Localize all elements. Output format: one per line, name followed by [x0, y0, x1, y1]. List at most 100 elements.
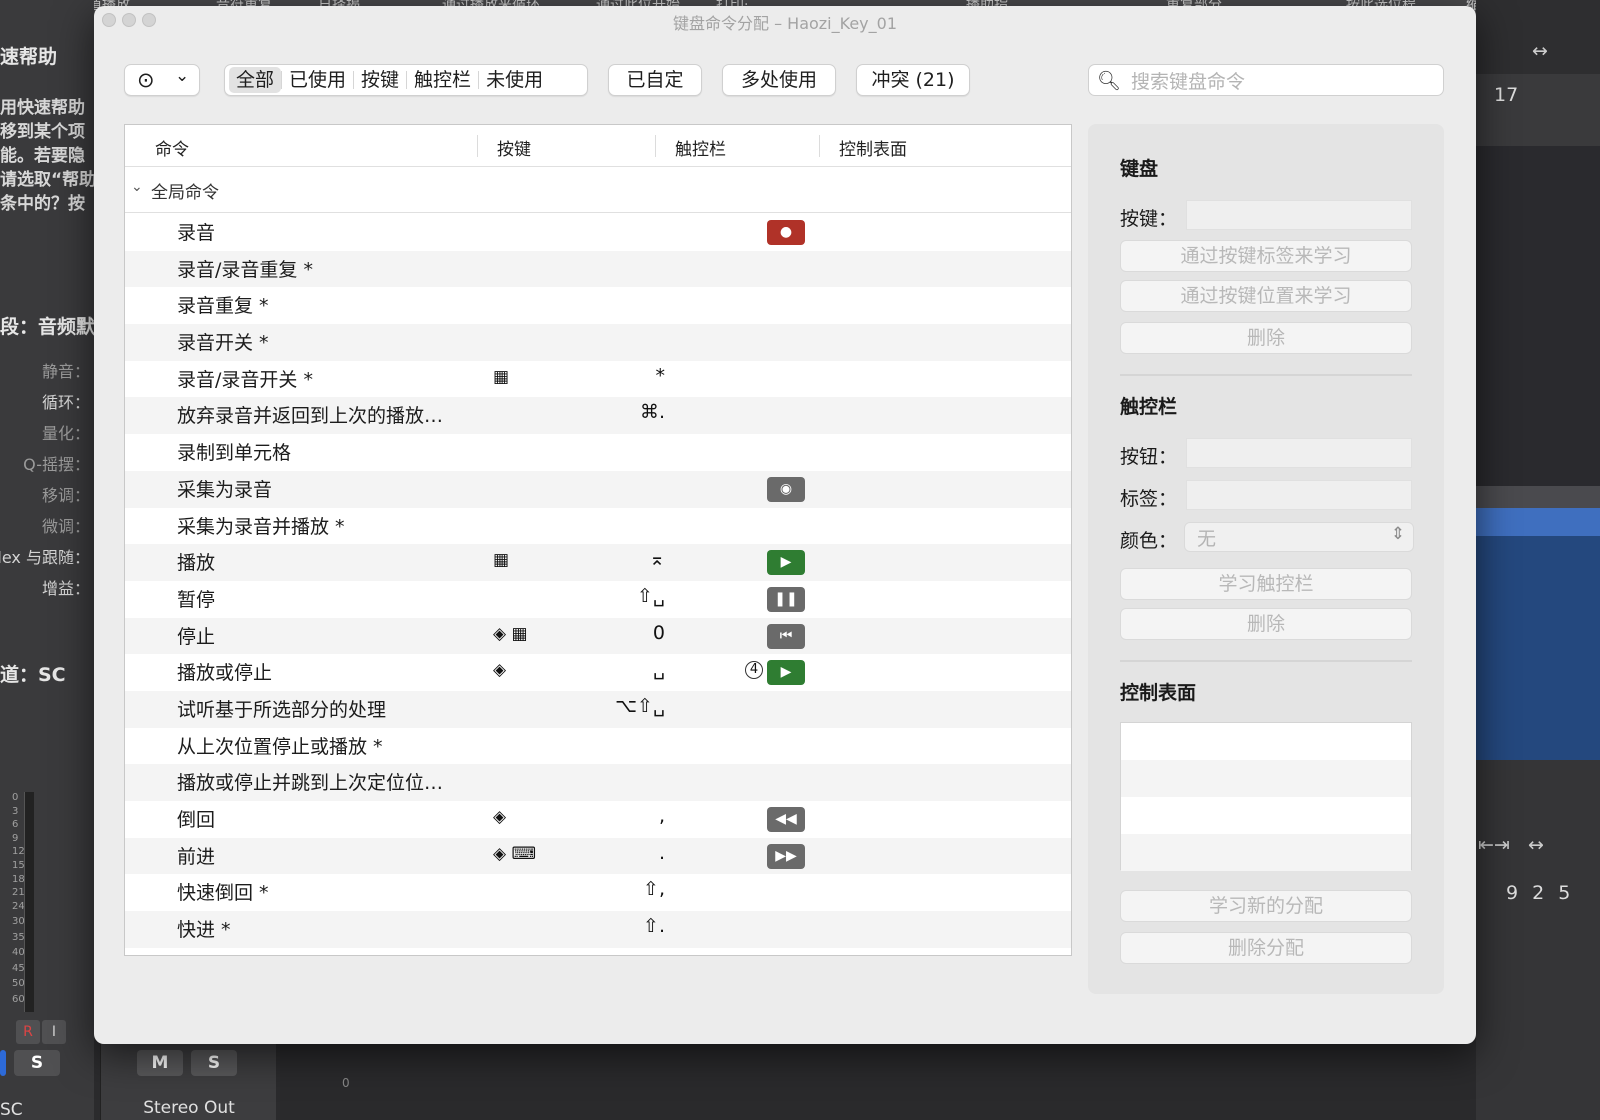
updown-chevron-icon: ⇕ [1390, 524, 1405, 544]
conflict-filter-button[interactable]: 冲突 (21) [856, 64, 970, 96]
search-field[interactable]: 🔍︎ 搜索键盘命令 [1088, 64, 1444, 96]
resize-arrows-icon[interactable]: ↔ [1532, 40, 1548, 62]
column-header-command[interactable]: 命令 [155, 135, 189, 160]
learn-by-key-position-button[interactable]: 通过按键位置来学习 [1120, 280, 1412, 312]
table-row[interactable]: 录制到单元格 [125, 434, 1071, 471]
command-name: 从上次位置停止或播放 * [177, 735, 383, 758]
table-row[interactable]: 快速倒回 * ⇧, [125, 874, 1071, 911]
search-icon: 🔍︎ [1097, 70, 1122, 92]
filter-segment[interactable]: 已使用 [282, 67, 353, 93]
key-shortcut: ␣ [652, 658, 665, 681]
meter-scale-tick: 50 [12, 978, 25, 990]
learn-by-key-label-button[interactable]: 通过按键标签来学习 [1120, 240, 1412, 272]
table-row[interactable]: 放弃录音并返回到上次的播放… ⌘. [125, 397, 1071, 435]
chevron-down-icon: ⌄ [175, 66, 190, 86]
audio-region[interactable] [1476, 508, 1600, 760]
region-param-label: 量化： [41, 424, 90, 443]
touchbar-button-field[interactable] [1186, 438, 1412, 468]
key-field[interactable] [1186, 200, 1412, 230]
disclosure-chevron-icon[interactable]: ⌄ [131, 179, 143, 195]
key-modifier-icons: ▦ [493, 550, 510, 571]
delete-key-button[interactable]: 删除 [1120, 322, 1412, 354]
region-param-label: 微调： [41, 517, 90, 536]
meter-scale-tick: 0 [12, 792, 19, 803]
customized-filter-button[interactable]: 已自定 [608, 64, 702, 96]
mute-button[interactable]: M [137, 1050, 183, 1076]
table-row[interactable]: 暂停 ⇧␣ ❚❚ [125, 581, 1071, 618]
table-row[interactable]: 播放或停止并跳到上次定位位… [125, 764, 1071, 801]
fit-icon[interactable]: ⇤⇥ [1478, 834, 1510, 856]
touchbar-rewind-icon: ◀◀ [767, 807, 805, 832]
table-row[interactable]: 录音/录音开关 * ▦ * [125, 361, 1071, 398]
table-row[interactable]: 从上次位置停止或播放 * [125, 728, 1071, 765]
table-row[interactable]: 快进 * ⇧. [125, 911, 1071, 948]
table-row[interactable]: 前进 ◈ ⌨. ▶▶ [125, 837, 1071, 875]
delete-assignment-button[interactable]: 删除分配 [1120, 932, 1412, 964]
multi-use-filter-button[interactable]: 多处使用 [722, 64, 836, 96]
table-row[interactable]: 播放 ▦ ⌅ ▶ [125, 544, 1071, 581]
meter-scale-tick: 12 [12, 846, 25, 858]
command-name: 录音/录音开关 * [177, 368, 313, 391]
region-label: 段：音频默 [0, 316, 94, 338]
table-row[interactable]: 采集为录音 ◉ [125, 470, 1071, 508]
learn-touchbar-button[interactable]: 学习触控栏 [1120, 568, 1412, 600]
table-row[interactable]: 采集为录音并播放 * [125, 508, 1071, 545]
quick-help-title: 速帮助 [0, 46, 58, 68]
column-header-key[interactable]: 按键 [497, 135, 531, 160]
command-name: 录音开关 * [177, 332, 269, 355]
table-row[interactable]: 倒回 ◈, ◀◀ [125, 801, 1071, 838]
table-row[interactable]: 播放或停止 ◈ ␣ 4 ▶ [125, 654, 1071, 691]
table-row[interactable]: 录音/录音重复 * [125, 250, 1071, 288]
solo-button[interactable]: S [14, 1050, 60, 1076]
filter-segment[interactable]: 触控栏 [407, 67, 478, 93]
column-divider [819, 135, 820, 157]
solo-button-2[interactable]: S [191, 1050, 237, 1076]
meter-scale-tick: 9 [12, 832, 19, 844]
meter-scale-tick: 40 [12, 947, 25, 959]
meter-scale-tick: 21 [12, 887, 25, 899]
command-name: 快速倒回 * [177, 882, 269, 905]
background-tracks: ↔ 17 ⇤⇥ ↔ 9 2 5 [1476, 0, 1600, 1120]
input-monitor-button[interactable]: I [42, 1020, 66, 1044]
delete-touchbar-button[interactable]: 删除 [1120, 608, 1412, 640]
region-param-label: Flex 与跟随： [0, 548, 90, 567]
filter-segment[interactable]: 全部 [229, 67, 282, 93]
command-name: 前进 [177, 845, 216, 868]
stereo-out-strip: M S Stereo Out [100, 1036, 276, 1120]
key-shortcut: ⌥⇧␣ [615, 694, 665, 717]
resize-arrows-icon-2[interactable]: ↔ [1528, 834, 1544, 856]
column-header-control-surface[interactable]: 控制表面 [839, 135, 907, 160]
table-row[interactable]: 试听基于所选部分的处理 ⌥⇧␣ [125, 690, 1071, 728]
color-select[interactable]: 无 ⇕ [1184, 522, 1414, 552]
ri-buttons: RI [16, 1020, 68, 1044]
table-row[interactable]: 录音开关 * [125, 324, 1071, 361]
options-menu-button[interactable]: ⊙ ⌄ [124, 64, 200, 96]
command-name: 播放或停止并跳到上次定位位… [177, 772, 444, 795]
filter-segment[interactable]: 未使用 [479, 67, 550, 93]
title-bar[interactable]: 键盘命令分配 – Haozi_Key_01 [94, 6, 1476, 34]
list-stripe [1121, 834, 1411, 871]
stereo-out-label: Stereo Out [143, 1098, 235, 1118]
touchbar-stop-icon: ⏮ [767, 623, 805, 649]
audio-region-header[interactable] [1476, 508, 1600, 536]
touchbar-tag-field[interactable] [1186, 480, 1412, 510]
filter-segment[interactable]: 按键 [354, 67, 406, 93]
table-row[interactable]: 录音 ● [125, 214, 1071, 251]
commands-table[interactable]: 命令 按键 触控栏 控制表面 ⌄ 全局命令 录音 ● 录音/录音重复 * 录音重复 *… [124, 124, 1072, 956]
command-rows: 录音 ● 录音/录音重复 * 录音重复 * 录音开关 * 录音/录音开关 * ▦ * 放弃录音并… [125, 214, 1071, 948]
list-stripe [1121, 723, 1411, 760]
column-header-touchbar[interactable]: 触控栏 [675, 135, 726, 160]
table-row[interactable]: 录音重复 * [125, 287, 1071, 324]
tag-label: 标签： [1120, 488, 1178, 510]
group-row-global[interactable]: ⌄ 全局命令 [125, 167, 1071, 213]
record-enable-button[interactable]: R [16, 1020, 40, 1044]
touchbar-pause-icon: ❚❚ [767, 586, 805, 612]
lower-area [1476, 760, 1600, 1120]
meter-scale-tick: 6 [12, 819, 19, 831]
mute-button-edge [0, 1050, 6, 1076]
table-row[interactable]: 停止 ◈ ▦ 0 ⏮ [125, 617, 1071, 655]
learn-new-assignment-button[interactable]: 学习新的分配 [1120, 890, 1412, 922]
region-param-label: 移调： [41, 486, 90, 505]
control-surface-list[interactable] [1120, 722, 1412, 871]
channel-name: SC [0, 1100, 23, 1120]
